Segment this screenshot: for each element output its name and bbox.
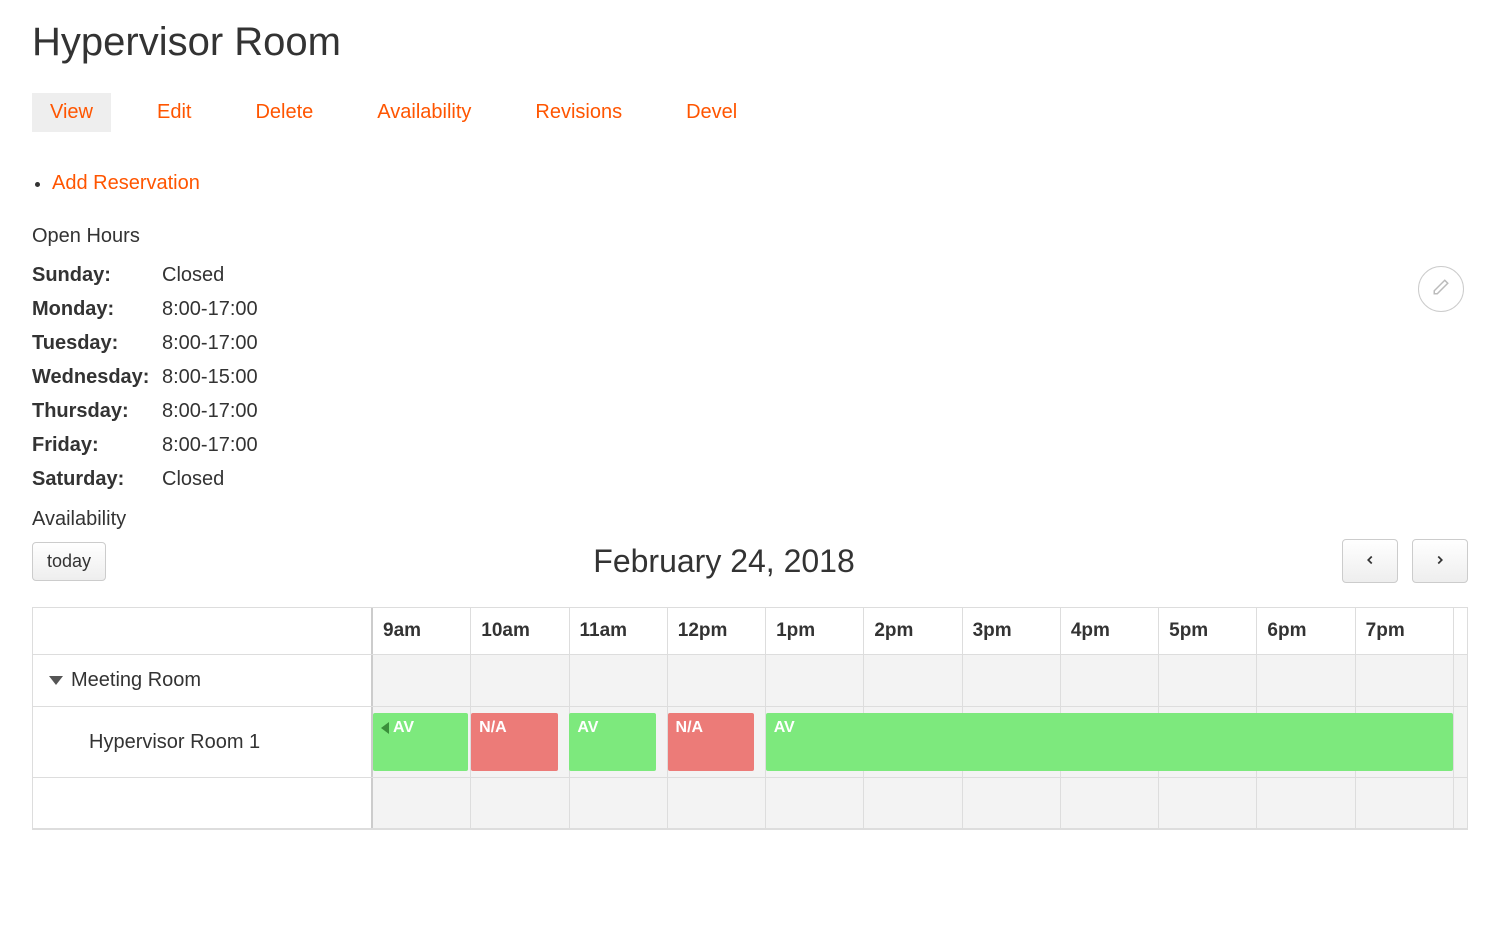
time-header: 3pm [962, 608, 1060, 654]
scheduler-header-row: 9am 10am 11am 12pm 1pm 2pm 3pm 4pm 5pm 6… [33, 608, 1467, 655]
event-label: N/A [676, 719, 704, 736]
edit-button[interactable] [1418, 266, 1464, 312]
resource-time-area[interactable]: AV N/A AV N/A AV [373, 707, 1453, 777]
group-time-area [373, 655, 1453, 706]
event-label: AV [577, 719, 598, 736]
hours-row: Friday: 8:00-17:00 [32, 428, 1468, 462]
hours-value: 8:00-15:00 [162, 360, 258, 394]
hours-day: Tuesday: [32, 326, 162, 360]
hours-day: Saturday: [32, 462, 162, 496]
add-reservation-link[interactable]: Add Reservation [52, 172, 200, 194]
today-button[interactable]: today [32, 542, 106, 581]
scroll-sliver [1453, 608, 1467, 654]
event-label: AV [393, 719, 414, 736]
hours-row: Sunday: Closed [32, 258, 1468, 292]
empty-time-area [373, 778, 1453, 828]
empty-label-cell [33, 778, 373, 828]
next-button[interactable] [1412, 539, 1468, 583]
hours-value: Closed [162, 258, 224, 292]
resource-label-cell[interactable]: Hypervisor Room 1 [33, 707, 373, 777]
time-header: 11am [569, 608, 667, 654]
hours-day: Sunday: [32, 258, 162, 292]
hours-day: Wednesday: [32, 360, 162, 394]
scheduler-corner [33, 608, 373, 654]
tab-availability[interactable]: Availability [359, 93, 489, 132]
hours-day: Thursday: [32, 394, 162, 428]
prev-button[interactable] [1342, 539, 1398, 583]
hours-value: 8:00-17:00 [162, 394, 258, 428]
tab-delete[interactable]: Delete [237, 93, 331, 132]
collapse-toggle-icon [49, 676, 63, 685]
event-label: AV [774, 719, 795, 736]
event-available[interactable]: AV [569, 713, 655, 771]
time-header: 6pm [1256, 608, 1354, 654]
event-unavailable[interactable]: N/A [471, 713, 557, 771]
hours-value: Closed [162, 462, 224, 496]
calendar-header: today February 24, 2018 [32, 539, 1468, 583]
pencil-icon [1432, 278, 1450, 301]
time-header: 5pm [1158, 608, 1256, 654]
empty-row [33, 778, 1467, 829]
action-list: Add Reservation [32, 172, 1468, 195]
time-header-area: 9am 10am 11am 12pm 1pm 2pm 3pm 4pm 5pm 6… [373, 608, 1453, 654]
time-header: 4pm [1060, 608, 1158, 654]
time-header: 1pm [765, 608, 863, 654]
tab-view[interactable]: View [32, 93, 111, 132]
open-hours-title: Open Hours [32, 225, 1468, 248]
page-title: Hypervisor Room [32, 20, 1468, 65]
hours-value: 8:00-17:00 [162, 326, 258, 360]
tabs: View Edit Delete Availability Revisions … [32, 93, 1468, 132]
tab-edit[interactable]: Edit [139, 93, 209, 132]
group-label-cell[interactable]: Meeting Room [33, 655, 373, 706]
time-header: 2pm [863, 608, 961, 654]
event-available[interactable]: AV [766, 713, 1453, 771]
chevron-left-icon [1363, 551, 1377, 572]
calendar-date: February 24, 2018 [106, 543, 1342, 580]
group-label: Meeting Room [71, 669, 201, 692]
hours-row: Tuesday: 8:00-17:00 [32, 326, 1468, 360]
event-unavailable[interactable]: N/A [668, 713, 754, 771]
hours-row: Monday: 8:00-17:00 [32, 292, 1468, 326]
time-header: 9am [373, 608, 470, 654]
event-available[interactable]: AV [373, 713, 468, 771]
hours-value: 8:00-17:00 [162, 292, 258, 326]
event-label: N/A [479, 719, 507, 736]
hours-day: Monday: [32, 292, 162, 326]
tab-devel[interactable]: Devel [668, 93, 755, 132]
tab-revisions[interactable]: Revisions [517, 93, 640, 132]
scheduler: 9am 10am 11am 12pm 1pm 2pm 3pm 4pm 5pm 6… [32, 607, 1468, 830]
resource-row: Hypervisor Room 1 AV N/A AV N/A AV [33, 707, 1467, 778]
hours-day: Friday: [32, 428, 162, 462]
open-hours-table: Sunday: Closed Monday: 8:00-17:00 Tuesda… [32, 258, 1468, 496]
group-row: Meeting Room [33, 655, 1467, 707]
nav-buttons [1342, 539, 1468, 583]
resource-label: Hypervisor Room 1 [89, 731, 260, 754]
hours-row: Wednesday: 8:00-15:00 [32, 360, 1468, 394]
continues-left-icon [381, 722, 389, 734]
time-header: 7pm [1355, 608, 1453, 654]
hours-value: 8:00-17:00 [162, 428, 258, 462]
hours-row: Thursday: 8:00-17:00 [32, 394, 1468, 428]
time-header: 12pm [667, 608, 765, 654]
hours-row: Saturday: Closed [32, 462, 1468, 496]
time-header: 10am [470, 608, 568, 654]
chevron-right-icon [1433, 551, 1447, 572]
events-overlay: AV N/A AV N/A AV [373, 713, 1453, 771]
availability-label: Availability [32, 508, 1468, 531]
